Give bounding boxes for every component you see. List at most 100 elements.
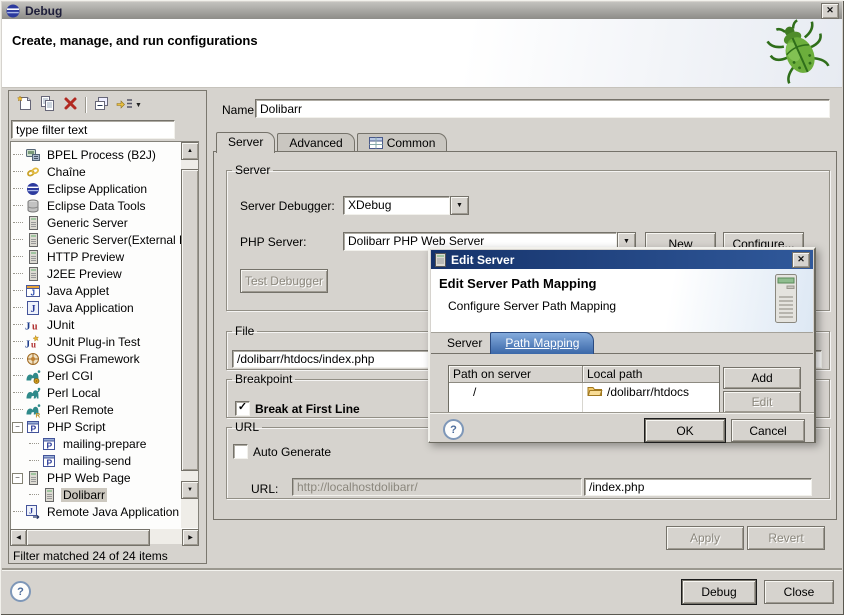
scroll-right-icon[interactable]: ▶ — [182, 529, 199, 546]
tree-item[interactable]: Generic Server — [11, 214, 198, 231]
tab-advanced[interactable]: Advanced — [277, 133, 354, 152]
dialog-help-icon[interactable]: ? — [443, 419, 464, 440]
tree-vertical-scrollbar[interactable]: ▲ ▼ — [181, 142, 198, 528]
dialog-subheading: Configure Server Path Mapping — [448, 299, 616, 313]
help-icon[interactable]: ? — [10, 581, 31, 602]
applet-icon: J — [25, 283, 41, 299]
scroll-left-icon[interactable]: ◀ — [10, 529, 27, 546]
debug-button[interactable]: Debug — [682, 580, 756, 604]
dialog-tab-server[interactable]: Server — [439, 333, 490, 354]
filter-input[interactable] — [11, 120, 175, 139]
column-local-path[interactable]: Local path — [583, 366, 719, 383]
tree-item[interactable]: −PHP Web Page — [11, 469, 198, 486]
tree-item[interactable]: Dolibarr — [11, 486, 198, 503]
duplicate-configuration-button[interactable] — [37, 96, 57, 115]
column-path-on-server[interactable]: Path on server — [449, 366, 583, 383]
break-first-line-checkbox[interactable]: ✓ — [235, 401, 250, 416]
tree-item-label: Dolibarr — [61, 488, 107, 502]
vertical-scroll-thumb[interactable] — [181, 169, 199, 471]
path-mapping-table: Path on server Local path //dolibarr/htd… — [448, 365, 720, 415]
tree-item[interactable]: Eclipse Application — [11, 180, 198, 197]
test-debugger-button[interactable]: Test Debugger — [240, 269, 328, 293]
tree-connector — [13, 290, 23, 291]
tree-connector — [13, 375, 23, 376]
auto-generate-checkbox[interactable] — [233, 444, 248, 459]
tree-item[interactable]: HTTP Preview — [11, 248, 198, 265]
tab-server[interactable]: Server — [216, 132, 275, 153]
window-close-button[interactable]: ✕ — [821, 3, 839, 19]
svg-text:J: J — [31, 304, 36, 315]
ok-button[interactable]: OK — [645, 419, 725, 442]
tree-item[interactable]: JRemote Java Application — [11, 503, 198, 520]
filter-configurations-button[interactable] — [114, 96, 134, 115]
tree-item[interactable]: RPerl Remote — [11, 401, 198, 418]
edit-mapping-button[interactable]: Edit — [723, 391, 801, 413]
edit-server-dialog: Edit Server ✕ Edit Server Path Mapping C… — [428, 247, 816, 443]
delete-icon — [62, 95, 79, 115]
tree-connector — [13, 205, 23, 206]
collapse-icon — [93, 95, 110, 115]
url-base-input[interactable] — [292, 478, 582, 496]
dialog-heading: Edit Server Path Mapping — [439, 276, 596, 291]
filter-status: Filter matched 24 of 24 items — [13, 549, 168, 563]
tree-item[interactable]: OSGi Framework — [11, 350, 198, 367]
tree-item[interactable]: JuJUnit — [11, 316, 198, 333]
scroll-down-icon[interactable]: ▼ — [181, 481, 199, 499]
chevron-down-icon[interactable]: ▼ — [450, 196, 469, 215]
tree-item-label: Perl CGI — [45, 369, 95, 383]
delete-configuration-button[interactable] — [60, 96, 80, 115]
close-button[interactable]: Close — [764, 580, 834, 604]
new-configuration-button[interactable] — [14, 96, 34, 115]
tree-item[interactable]: JJava Applet — [11, 282, 198, 299]
tree-item[interactable]: BPEL Process (B2J) — [11, 146, 198, 163]
tree-item[interactable]: −PPHP Script — [11, 418, 198, 435]
tree-item[interactable]: Perl CGI — [11, 367, 198, 384]
horizontal-scroll-thumb[interactable] — [26, 529, 150, 546]
break-first-line-label: Break at First Line — [255, 402, 360, 416]
server-debugger-select[interactable]: XDebug ▼ — [343, 196, 469, 215]
tree-connector — [29, 460, 39, 461]
svg-text:P: P — [47, 457, 53, 467]
apply-button[interactable]: Apply — [666, 526, 744, 550]
sidebar-toolbar: ▼ — [11, 93, 142, 117]
dialog-header: Edit Server Path Mapping Configure Serve… — [431, 269, 813, 333]
cancel-button[interactable]: Cancel — [731, 419, 805, 442]
tree-item-label: JUnit Plug-in Test — [45, 335, 142, 349]
tree-item[interactable]: Chaîne — [11, 163, 198, 180]
scroll-up-icon[interactable]: ▲ — [181, 142, 199, 160]
tree-item[interactable]: Pmailing-send — [11, 452, 198, 469]
tree-item-label: Eclipse Application — [45, 182, 149, 196]
tree-connector — [13, 171, 23, 172]
tree-item-label: JUnit — [45, 318, 76, 332]
dialog-tabstrip: Server Path Mapping — [439, 333, 594, 354]
collapse-expander-icon[interactable]: − — [12, 422, 23, 433]
collapse-all-button[interactable] — [91, 96, 111, 115]
banner: Create, manage, and run configurations — [2, 19, 842, 88]
tree-item[interactable]: JJava Application — [11, 299, 198, 316]
tree-item[interactable]: J2EE Preview — [11, 265, 198, 282]
osgi-icon — [25, 351, 41, 367]
add-mapping-button[interactable]: Add — [723, 367, 801, 389]
chevron-down-icon[interactable]: ▼ — [135, 102, 142, 109]
dialog-close-button[interactable]: ✕ — [792, 252, 810, 268]
collapse-expander-icon[interactable]: − — [12, 473, 23, 484]
tree-item[interactable]: Eclipse Data Tools — [11, 197, 198, 214]
mapping-row[interactable]: //dolibarr/htdocs — [449, 383, 719, 400]
url-path-input[interactable] — [584, 478, 812, 496]
tree-item[interactable]: Ju JUnit Plug-in Test — [11, 333, 198, 350]
tree-horizontal-scrollbar[interactable]: ◀ ▶ — [10, 529, 197, 545]
tab-common[interactable]: Common — [357, 133, 448, 152]
junit-plugin-icon: Ju — [25, 334, 41, 350]
server-path-cell: / — [449, 383, 583, 400]
tree-item[interactable]: Pmailing-prepare — [11, 435, 198, 452]
tree-rows: BPEL Process (B2J)Chaîne Eclipse Applicat… — [11, 142, 198, 520]
server-icon — [25, 249, 41, 265]
revert-button[interactable]: Revert — [747, 526, 825, 550]
name-input[interactable] — [255, 99, 830, 118]
php-file-icon: P — [41, 453, 57, 469]
tree-item[interactable]: Generic Server(External La — [11, 231, 198, 248]
tree-item[interactable]: Perl Local — [11, 384, 198, 401]
svg-text:P: P — [31, 423, 37, 433]
dialog-tab-path-mapping[interactable]: Path Mapping — [490, 332, 594, 354]
window-title: Debug — [25, 4, 62, 18]
